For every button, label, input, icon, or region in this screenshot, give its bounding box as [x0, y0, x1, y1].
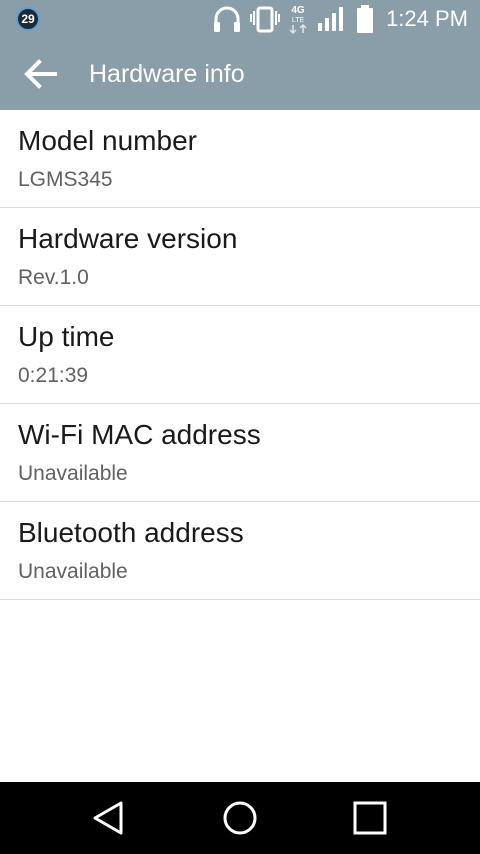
item-title: Model number: [18, 125, 197, 156]
network-4g-lte-icon: 4G LTE: [286, 0, 310, 38]
item-value: 0:21:39: [18, 364, 89, 387]
list-item-up-time[interactable]: Up time 0:21:39: [0, 306, 480, 404]
svg-text:4G: 4G: [291, 5, 305, 16]
item-value: Unavailable: [18, 462, 128, 485]
nav-recents-button[interactable]: [330, 782, 410, 854]
item-value: Unavailable: [18, 560, 128, 583]
app-bar: Hardware info: [0, 38, 480, 110]
item-title: Wi-Fi MAC address: [18, 419, 261, 450]
status-clock: 1:24 PM: [386, 6, 468, 31]
status-bar: 29 4G LTE 1:24 PM: [0, 0, 480, 38]
back-triangle-icon: [93, 801, 123, 835]
nav-back-button[interactable]: [68, 782, 148, 854]
list-item-model-number[interactable]: Model number LGMS345: [0, 110, 480, 208]
notification-badge: 29: [16, 7, 40, 31]
list-item-hardware-version[interactable]: Hardware version Rev.1.0: [0, 208, 480, 306]
back-button[interactable]: [20, 56, 60, 92]
recents-square-icon: [353, 801, 387, 835]
svg-text:LTE: LTE: [292, 17, 305, 24]
battery-icon: [354, 0, 376, 38]
back-arrow-icon: [24, 59, 57, 89]
vibrate-icon: [250, 0, 280, 38]
item-title: Hardware version: [18, 223, 238, 254]
page-title: Hardware info: [89, 60, 245, 88]
nav-home-button[interactable]: [200, 782, 280, 854]
item-title: Bluetooth address: [18, 517, 244, 548]
item-value: Rev.1.0: [18, 266, 89, 289]
item-title: Up time: [18, 321, 115, 352]
home-circle-icon: [223, 801, 257, 835]
item-value: LGMS345: [18, 168, 113, 191]
list-item-bluetooth-address[interactable]: Bluetooth address Unavailable: [0, 502, 480, 600]
list-item-wifi-mac-address[interactable]: Wi-Fi MAC address Unavailable: [0, 404, 480, 502]
navigation-bar: [0, 782, 480, 854]
hardware-info-list: Model number LGMS345 Hardware version Re…: [0, 110, 480, 600]
headphones-icon: [212, 0, 242, 38]
signal-icon: [316, 0, 348, 38]
